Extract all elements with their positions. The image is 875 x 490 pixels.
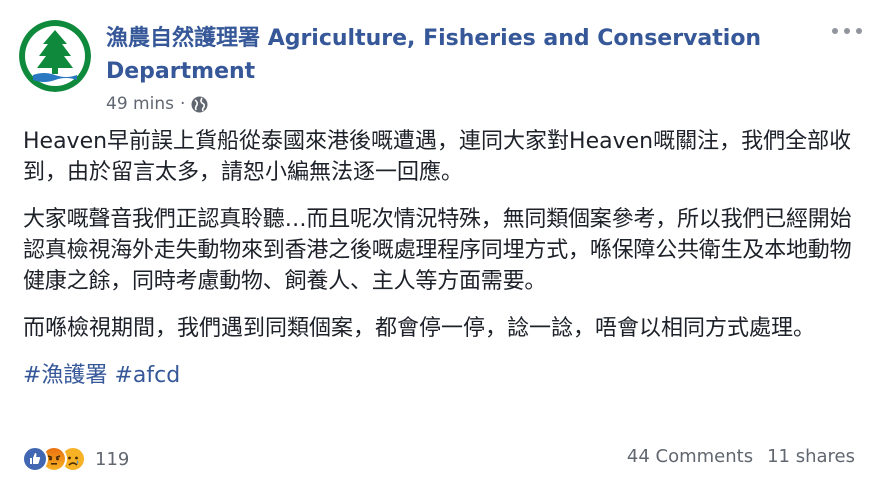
hashtag-link[interactable]: #afcd: [114, 363, 180, 388]
page-avatar[interactable]: [19, 20, 91, 92]
shares-count-link[interactable]: 11 shares: [767, 446, 855, 467]
pine-tree-logo-icon: [19, 20, 91, 92]
comments-count-link[interactable]: 44 Comments: [627, 446, 753, 467]
post-meta: 49 mins ·: [106, 91, 208, 117]
reaction-count: 119: [95, 448, 130, 470]
hashtags: #漁護署 #afcd: [23, 360, 861, 391]
post-paragraph-3: 而喺檢視期間，我們遇到同類個案，都會停一停，諗一諗，唔會以相同方式處理。: [23, 316, 816, 341]
post-body: Heaven早前誤上貨船從泰國來港後嘅遭遇，連同大家對Heaven嘅關注，我們全…: [23, 126, 861, 407]
dot: [844, 28, 850, 34]
post-paragraph-1: Heaven早前誤上貨船從泰國來港後嘅遭遇，連同大家對Heaven嘅關注，我們全…: [23, 129, 852, 185]
hashtag-link[interactable]: #漁護署: [23, 363, 107, 388]
post-paragraph-2: 大家嘅聲音我們正認真聆聽…而且呢次情況特殊，無同類個案參考，所以我們已經開始認真…: [23, 207, 852, 294]
globe-icon[interactable]: [191, 96, 208, 113]
dot: [856, 28, 862, 34]
meta-separator: ·: [179, 94, 186, 114]
like-icon: [22, 446, 48, 472]
reactions-summary[interactable]: 119: [22, 443, 129, 475]
page-name-link[interactable]: 漁農自然護理署 Agriculture, Fisheries and Conse…: [106, 26, 761, 84]
post-author: 漁農自然護理署 Agriculture, Fisheries and Conse…: [106, 22, 796, 88]
post-timestamp[interactable]: 49 mins: [106, 94, 174, 114]
post-stats: 44 Comments 11 shares: [627, 446, 855, 467]
page-name-zh: 漁農自然護理署: [106, 26, 261, 51]
more-options-icon[interactable]: [832, 22, 862, 40]
dot: [832, 28, 838, 34]
